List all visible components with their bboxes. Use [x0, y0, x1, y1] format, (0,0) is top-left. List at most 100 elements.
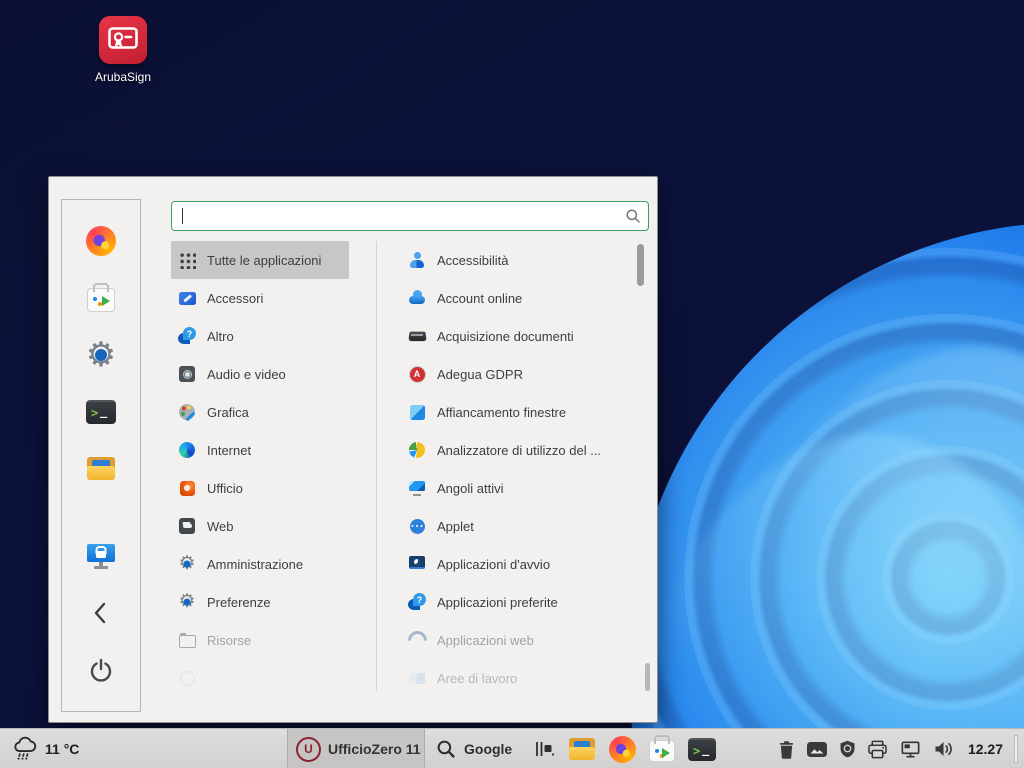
- category-label: Tutte le applicazioni: [207, 253, 321, 268]
- app-accessibilita[interactable]: Accessibilità: [401, 241, 641, 279]
- weather-applet[interactable]: 11 °C: [12, 729, 79, 768]
- terminal-icon: [86, 400, 116, 424]
- category-risorse[interactable]: Risorse: [171, 621, 349, 659]
- category-internet[interactable]: Internet: [171, 431, 349, 469]
- folder-outline-icon: [177, 630, 197, 650]
- sidebar-software-manager-button[interactable]: [81, 283, 121, 313]
- menu-favorites-sidebar: [61, 199, 141, 712]
- category-label: Risorse: [207, 633, 251, 648]
- magnifier-icon: [436, 739, 456, 759]
- category-partial[interactable]: [171, 659, 349, 697]
- sidebar-collapse-button[interactable]: [81, 598, 121, 628]
- monitor-icon: [407, 478, 427, 498]
- system-tray: 12.27: [778, 729, 1018, 768]
- all-applications-icon: [177, 250, 197, 270]
- sidebar-lock-screen-button[interactable]: [81, 541, 121, 571]
- scrollbar-thumb[interactable]: [637, 244, 644, 286]
- file-manager-launcher[interactable]: [568, 738, 596, 761]
- sidebar-terminal-button[interactable]: [81, 397, 121, 427]
- trash-applet[interactable]: [778, 740, 795, 759]
- window-tile-icon: [407, 402, 427, 422]
- category-label: Altro: [207, 329, 234, 344]
- menu-button[interactable]: UfficioZero 11: [287, 729, 425, 768]
- trash-icon: [778, 740, 795, 759]
- terminal-launcher[interactable]: [688, 738, 716, 761]
- image-icon: [806, 741, 828, 758]
- sidebar-power-button[interactable]: [81, 655, 121, 685]
- sidebar-settings-button[interactable]: [81, 340, 121, 370]
- printer-applet[interactable]: [867, 740, 888, 759]
- software-manager-launcher[interactable]: [649, 737, 675, 762]
- desktop-icon-label: ArubaSign: [95, 70, 151, 84]
- app-angoli-attivi[interactable]: Angoli attivi: [401, 469, 641, 507]
- app-label: Adegua GDPR: [437, 367, 523, 382]
- app-label: Applicazioni web: [437, 633, 534, 648]
- app-aree-di-lavoro[interactable]: Aree di lavoro: [401, 659, 641, 697]
- question-bubble-icon: [407, 592, 427, 612]
- desktop: ArubaSign: [0, 0, 1024, 768]
- volume-icon: [933, 740, 955, 758]
- app-account-online[interactable]: Account online: [401, 279, 641, 317]
- pie-chart-icon: [407, 440, 427, 460]
- category-grafica[interactable]: Grafica: [171, 393, 349, 431]
- app-analizzatore-utilizzo[interactable]: Analizzatore di utilizzo del ...: [401, 431, 641, 469]
- app-label: Applet: [437, 519, 474, 534]
- category-all-applications[interactable]: Tutte le applicazioni: [171, 241, 349, 279]
- sidebar-file-manager-button[interactable]: [81, 454, 121, 484]
- firefox-launcher[interactable]: [609, 736, 636, 763]
- search-icon: [625, 208, 641, 224]
- category-preferenze[interactable]: Preferenze: [171, 583, 349, 621]
- dots-circle-icon: [407, 516, 427, 536]
- gear-icon: [84, 338, 118, 372]
- search-input[interactable]: [171, 201, 649, 231]
- app-applet[interactable]: Applet: [401, 507, 641, 545]
- gear-icon: [177, 554, 197, 574]
- app-applicazioni-web[interactable]: Applicazioni web: [401, 621, 641, 659]
- google-search-button[interactable]: Google: [426, 729, 524, 768]
- image-viewer-applet[interactable]: [806, 741, 828, 758]
- clock[interactable]: 12.27: [968, 741, 1003, 757]
- software-manager-icon: [649, 740, 675, 762]
- category-audio-e-video[interactable]: Audio e video: [171, 355, 349, 393]
- speaker-icon: [177, 364, 197, 384]
- application-list: Accessibilità Account online Acquisizion…: [401, 241, 641, 697]
- desktop-icon-arubasign[interactable]: ArubaSign: [87, 16, 159, 84]
- menu-search: [171, 201, 649, 231]
- software-manager-icon: [87, 288, 115, 312]
- app-affiancamento-finestre[interactable]: Affiancamento finestre: [401, 393, 641, 431]
- show-desktop-edge[interactable]: [1014, 735, 1018, 763]
- category-label: Amministrazione: [207, 557, 303, 572]
- category-amministrazione[interactable]: Amministrazione: [171, 545, 349, 583]
- app-label: Accessibilità: [437, 253, 509, 268]
- app-applicazioni-preferite[interactable]: Applicazioni preferite: [401, 583, 641, 621]
- category-web[interactable]: Web: [171, 507, 349, 545]
- sidebar-firefox-button[interactable]: [81, 226, 121, 256]
- browser-globe-icon: [177, 440, 197, 460]
- app-applicazioni-davvio[interactable]: Applicazioni d'avvio: [401, 545, 641, 583]
- taskbar-launchers: [533, 729, 716, 768]
- lock-screen-icon: [86, 542, 116, 570]
- office-icon: [177, 478, 197, 498]
- category-accessori[interactable]: Accessori: [171, 279, 349, 317]
- rain-cloud-icon: [12, 736, 39, 763]
- network-applet[interactable]: [899, 740, 922, 759]
- text-caret: [182, 208, 183, 224]
- menu-button-label: UfficioZero 11: [328, 741, 421, 757]
- category-ufficio[interactable]: Ufficio: [171, 469, 349, 507]
- firefox-icon: [86, 226, 116, 256]
- power-icon: [88, 657, 114, 683]
- security-applet[interactable]: [839, 740, 856, 759]
- app-label: Applicazioni preferite: [437, 595, 558, 610]
- window-list-button[interactable]: [533, 739, 555, 759]
- app-acquisizione-documenti[interactable]: Acquisizione documenti: [401, 317, 641, 355]
- folder-icon: [86, 457, 116, 481]
- app-label: Analizzatore di utilizzo del ...: [437, 443, 601, 458]
- person-icon: [407, 250, 427, 270]
- taskbar: 11 °C UfficioZero 11 Google: [0, 728, 1024, 768]
- scrollbar-thumb-secondary[interactable]: [645, 663, 650, 691]
- app-adegua-gdpr[interactable]: Adegua GDPR: [401, 355, 641, 393]
- category-label: Grafica: [207, 405, 249, 420]
- scanner-icon: [407, 326, 427, 346]
- volume-applet[interactable]: [933, 740, 955, 758]
- category-altro[interactable]: Altro: [171, 317, 349, 355]
